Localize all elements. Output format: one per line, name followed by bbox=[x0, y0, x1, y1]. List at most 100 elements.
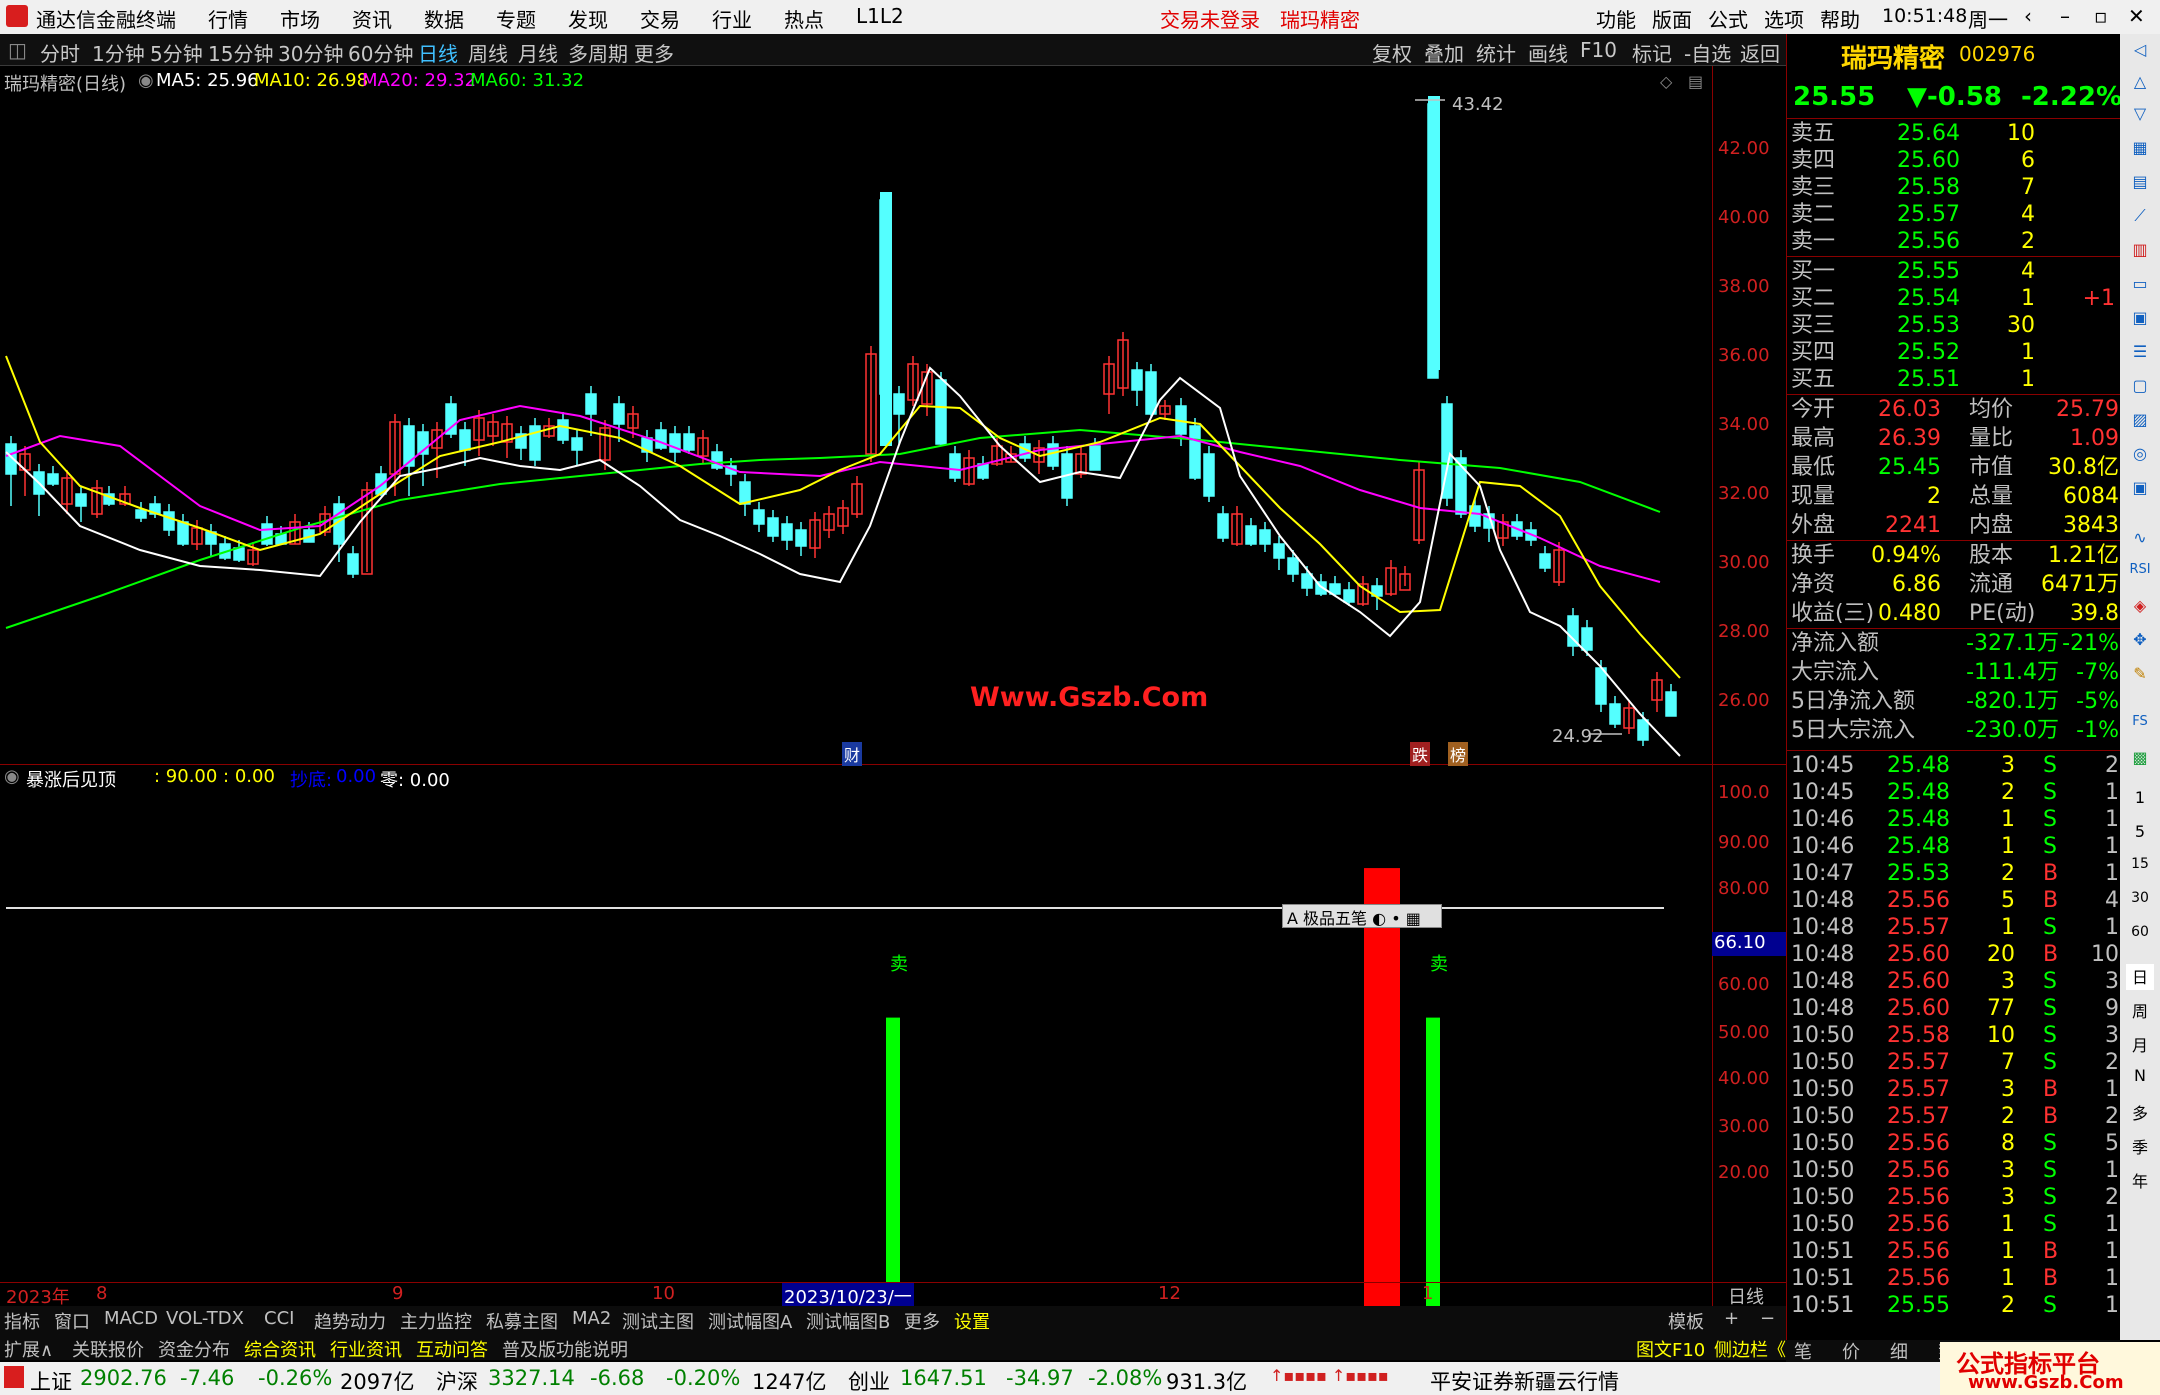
period-multi[interactable]: 多周期 bbox=[568, 38, 628, 67]
info-tab-2[interactable]: 资金分布 bbox=[158, 1336, 230, 1362]
indicator-tab-5[interactable]: 趋势动力 bbox=[314, 1308, 386, 1334]
tool-huaxian[interactable]: 画线 bbox=[1528, 38, 1568, 67]
tool-zixuan[interactable]: -自选 bbox=[1684, 38, 1731, 67]
candle-icon[interactable]: ▥ bbox=[2126, 240, 2154, 266]
info-tab-3[interactable]: 综合资讯 bbox=[244, 1336, 316, 1362]
tag-die[interactable]: 跌 bbox=[1410, 742, 1431, 766]
indicator-tab-1[interactable]: 窗口 bbox=[54, 1308, 90, 1334]
menu-xuanxiang[interactable]: 选项 bbox=[1764, 4, 1804, 33]
rsi-icon[interactable]: RSI bbox=[2126, 562, 2154, 588]
maximize-icon[interactable]: ▫ bbox=[2094, 4, 2108, 28]
indicator-tab-6[interactable]: 主力监控 bbox=[400, 1308, 472, 1334]
strip-n[interactable]: N bbox=[2126, 1066, 2154, 1092]
period-5min[interactable]: 5分钟 bbox=[150, 38, 203, 67]
tool-fuquan[interactable]: 复权 bbox=[1372, 38, 1412, 67]
period-daily[interactable]: 日线 bbox=[418, 38, 458, 67]
menu-gongneng[interactable]: 功能 bbox=[1596, 4, 1636, 33]
indicator-tab-13[interactable]: 设置 bbox=[954, 1308, 990, 1334]
plus-button[interactable]: + bbox=[1724, 1308, 1739, 1329]
fz-icon[interactable]: ▨ bbox=[2126, 410, 2154, 436]
info-tab-4[interactable]: 行业资讯 bbox=[330, 1336, 402, 1362]
period-15min[interactable]: 15分钟 bbox=[208, 38, 273, 67]
wave-icon[interactable]: ∿ bbox=[2126, 528, 2154, 554]
tag-cai[interactable]: 财 bbox=[842, 742, 863, 766]
grid-icon[interactable]: ▦ bbox=[2126, 138, 2154, 164]
indicator-tab-7[interactable]: 私募主图 bbox=[486, 1308, 558, 1334]
table-icon[interactable]: ▤ bbox=[2126, 172, 2154, 198]
menu-l1l2[interactable]: L1L2 bbox=[856, 4, 904, 28]
period-fenshi[interactable]: 分时 bbox=[40, 38, 80, 67]
menu-faxian[interactable]: 发现 bbox=[568, 4, 608, 33]
strip-month[interactable]: 月 bbox=[2126, 1032, 2154, 1058]
tool-biaoji[interactable]: 标记 bbox=[1632, 38, 1672, 67]
chart-green-icon[interactable]: ▩ bbox=[2126, 748, 2154, 774]
arrow-up-icon[interactable]: △ bbox=[2126, 72, 2154, 98]
menu-zixun[interactable]: 资讯 bbox=[352, 4, 392, 33]
kline-chart-area[interactable]: 瑞玛精密(日线) ◉ MA5: 25.96 MA10: 26.98 MA20: … bbox=[0, 66, 1786, 1340]
period-60min[interactable]: 60分钟 bbox=[348, 38, 413, 67]
menu-jiaoyi[interactable]: 交易 bbox=[640, 4, 680, 33]
panel-icon[interactable]: ◫ bbox=[8, 38, 27, 62]
menu-hangqing[interactable]: 行情 bbox=[208, 4, 248, 33]
f10-icon[interactable]: ▣ bbox=[2126, 308, 2154, 334]
template-button[interactable]: 模板 bbox=[1668, 1308, 1704, 1334]
indicator-tab-11[interactable]: 测试幅图B bbox=[806, 1308, 890, 1334]
info-tab-6[interactable]: 普及版功能说明 bbox=[502, 1336, 628, 1362]
period-1[interactable]: 1 bbox=[2126, 788, 2154, 814]
color-icon[interactable]: ◈ bbox=[2126, 596, 2154, 622]
menu-hangye[interactable]: 行业 bbox=[712, 4, 752, 33]
menu-shuju[interactable]: 数据 bbox=[424, 4, 464, 33]
period-1min[interactable]: 1分钟 bbox=[92, 38, 145, 67]
indicator-tab-0[interactable]: 指标 bbox=[4, 1308, 40, 1334]
strip-season[interactable]: 季 bbox=[2126, 1134, 2154, 1160]
list-icon[interactable]: ☰ bbox=[2126, 342, 2154, 368]
monitor-icon[interactable]: ▣ bbox=[2126, 478, 2154, 504]
strip-week[interactable]: 周 bbox=[2126, 998, 2154, 1024]
tab-xi[interactable]: 细 bbox=[1890, 1338, 1908, 1364]
login-status[interactable]: 交易未登录 bbox=[1160, 4, 1260, 33]
f10-button[interactable]: 图文F10 bbox=[1636, 1336, 1705, 1362]
ime-popup[interactable]: A 极品五笔 ◐ • ▦ bbox=[1282, 904, 1442, 928]
fs-icon[interactable]: FS bbox=[2126, 714, 2154, 740]
line-chart-icon[interactable]: ⟋ bbox=[2126, 206, 2154, 232]
back-icon[interactable]: ‹ bbox=[2024, 4, 2032, 28]
menu-shichang[interactable]: 市场 bbox=[280, 4, 320, 33]
indicator-tab-8[interactable]: MA2 bbox=[572, 1308, 611, 1329]
indicator-tab-2[interactable]: MACD bbox=[104, 1308, 158, 1329]
cy-name[interactable]: 创业 bbox=[848, 1366, 890, 1395]
menu-bangzhu[interactable]: 帮助 bbox=[1820, 4, 1860, 33]
sh-name[interactable]: 上证 bbox=[30, 1366, 72, 1395]
info-tab-1[interactable]: 关联报价 bbox=[72, 1336, 144, 1362]
period-30[interactable]: 30 bbox=[2126, 890, 2154, 916]
close-icon[interactable]: ✕ bbox=[2128, 4, 2145, 28]
strip-multi[interactable]: 多 bbox=[2126, 1100, 2154, 1126]
menu-redian[interactable]: 热点 bbox=[784, 4, 824, 33]
pen-icon[interactable]: ✎ bbox=[2126, 664, 2154, 690]
tool-f10[interactable]: F10 bbox=[1580, 38, 1617, 62]
menu-zhuanti[interactable]: 专题 bbox=[496, 4, 536, 33]
arrow-down-icon[interactable]: ▽ bbox=[2126, 104, 2154, 130]
indicator-tab-4[interactable]: CCI bbox=[264, 1308, 294, 1329]
period-more[interactable]: 更多 bbox=[634, 38, 674, 67]
info-tab-0[interactable]: 扩展∧ bbox=[4, 1336, 53, 1362]
minimize-icon[interactable]: – bbox=[2060, 4, 2070, 28]
period-15[interactable]: 15 bbox=[2126, 856, 2154, 882]
tool-diejia[interactable]: 叠加 bbox=[1424, 38, 1464, 67]
strip-day[interactable]: 日 bbox=[2126, 964, 2154, 990]
period-5[interactable]: 5 bbox=[2126, 822, 2154, 848]
period-monthly[interactable]: 月线 bbox=[518, 38, 558, 67]
circle-icon[interactable]: ◎ bbox=[2126, 444, 2154, 470]
move-icon[interactable]: ✥ bbox=[2126, 630, 2154, 656]
arrow-left-icon[interactable]: ◁ bbox=[2126, 40, 2154, 66]
period-60[interactable]: 60 bbox=[2126, 924, 2154, 950]
page-icon[interactable]: ▢ bbox=[2126, 376, 2154, 402]
indicator-tab-12[interactable]: 更多 bbox=[904, 1308, 940, 1334]
strip-year[interactable]: 年 bbox=[2126, 1168, 2154, 1194]
indicator-tab-10[interactable]: 测试幅图A bbox=[708, 1308, 792, 1334]
minus-button[interactable]: − bbox=[1760, 1308, 1775, 1329]
menu-gongshi[interactable]: 公式 bbox=[1708, 4, 1748, 33]
period-30min[interactable]: 30分钟 bbox=[278, 38, 343, 67]
tab-bi[interactable]: 笔 bbox=[1794, 1338, 1812, 1364]
tab-jia[interactable]: 价 bbox=[1842, 1338, 1860, 1364]
info-tab-5[interactable]: 互动问答 bbox=[416, 1336, 488, 1362]
